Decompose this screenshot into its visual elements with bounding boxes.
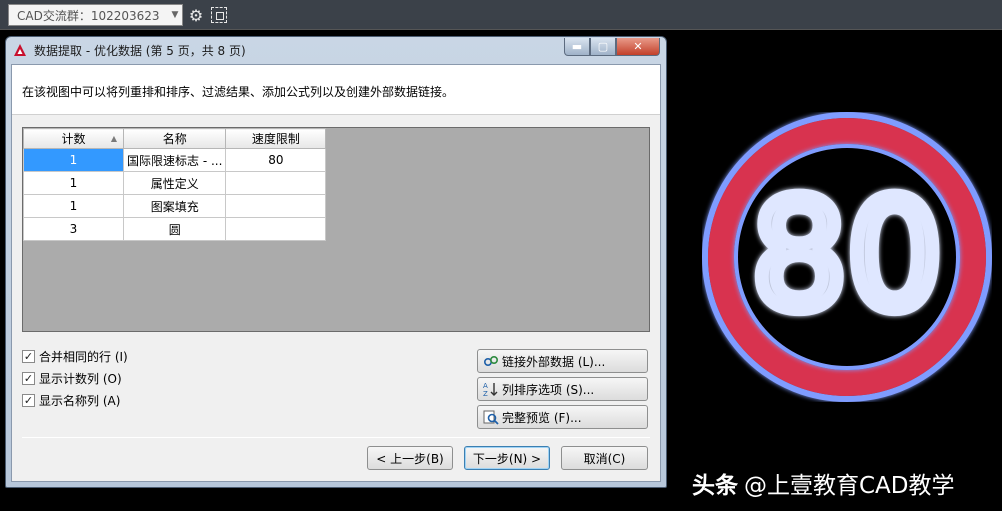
back-button[interactable]: < 上一步(B) bbox=[367, 446, 453, 470]
table-cell[interactable] bbox=[225, 171, 327, 195]
column-header-name[interactable]: 名称 bbox=[122, 128, 227, 149]
watermark-text: @上壹教育CAD教学 bbox=[744, 473, 955, 499]
sign-speed-number: 80 bbox=[752, 169, 943, 343]
next-button[interactable]: 下一步(N) > bbox=[464, 446, 550, 470]
combo-text: CAD交流群：102203623 bbox=[17, 8, 160, 23]
data-grid[interactable]: 计数 ▲ 名称 速度限制 1 国际限速标志 - ... 80 1 属性定义 1 … bbox=[22, 127, 650, 332]
data-table: 计数 ▲ 名称 速度限制 1 国际限速标志 - ... 80 1 属性定义 1 … bbox=[23, 128, 327, 241]
table-row[interactable]: 1 属性定义 bbox=[23, 171, 327, 195]
dialog-client-area: 在该视图中可以将列重排和排序、过滤结果、添加公式列以及创建外部数据链接。 计数 … bbox=[11, 64, 661, 482]
speed-limit-sign: 80 bbox=[702, 112, 992, 402]
table-cell[interactable]: 图案填充 bbox=[122, 194, 227, 218]
title-bar[interactable]: 数据提取 - 优化数据 (第 5 页，共 8 页) ▬ ▢ ✕ bbox=[6, 37, 666, 63]
table-row[interactable]: 3 圆 bbox=[23, 217, 327, 241]
show-count-checkbox[interactable]: ✓ 显示计数列 (O) bbox=[22, 367, 128, 389]
table-cell[interactable]: 80 bbox=[225, 148, 327, 172]
column-header-count[interactable]: 计数 ▲ bbox=[23, 128, 124, 149]
footer-separator bbox=[22, 437, 650, 438]
dialog-title: 数据提取 - 优化数据 (第 5 页，共 8 页) bbox=[34, 43, 246, 58]
table-cell[interactable]: 属性定义 bbox=[122, 171, 227, 195]
maximize-button[interactable]: ▢ bbox=[590, 38, 616, 56]
data-extraction-dialog: 数据提取 - 优化数据 (第 5 页，共 8 页) ▬ ▢ ✕ 在该视图中可以将… bbox=[5, 36, 667, 488]
svg-text:Z: Z bbox=[483, 390, 488, 397]
minimize-button[interactable]: ▬ bbox=[564, 38, 590, 56]
chevron-down-icon[interactable]: ▼ bbox=[168, 10, 182, 20]
watermark-brand: 头条 bbox=[692, 473, 738, 499]
table-cell[interactable] bbox=[225, 217, 327, 241]
checkmark-icon[interactable]: ✓ bbox=[22, 349, 35, 363]
autocad-logo-icon bbox=[12, 42, 28, 58]
cancel-button[interactable]: 取消(C) bbox=[561, 446, 648, 470]
column-header-speed-limit[interactable]: 速度限制 bbox=[225, 128, 327, 149]
window-controls: ▬ ▢ ✕ bbox=[564, 38, 660, 56]
speed-limit-sign-graphic: 80 bbox=[702, 112, 992, 402]
table-cell[interactable]: 圆 bbox=[122, 217, 227, 241]
table-cell[interactable]: 3 bbox=[23, 217, 124, 241]
checkmark-icon[interactable]: ✓ bbox=[22, 371, 35, 385]
group-combo-box[interactable]: CAD交流群：102203623 ▼ bbox=[8, 4, 183, 26]
sort-az-icon: AZ bbox=[482, 380, 500, 398]
table-cell[interactable]: 1 bbox=[23, 148, 124, 172]
options-checkboxes: ✓ 合并相同的行 (I) ✓ 显示计数列 (O) ✓ 显示名称列 (A) bbox=[22, 345, 128, 411]
combine-rows-checkbox[interactable]: ✓ 合并相同的行 (I) bbox=[22, 345, 128, 367]
full-preview-button[interactable]: 完整预览 (F)... bbox=[477, 405, 648, 429]
table-cell[interactable]: 国际限速标志 - ... bbox=[122, 148, 227, 172]
svg-text:A: A bbox=[483, 382, 488, 390]
watermark: 头条 @上壹教育CAD教学 bbox=[692, 466, 955, 500]
show-name-checkbox[interactable]: ✓ 显示名称列 (A) bbox=[22, 389, 128, 411]
sort-ascending-icon: ▲ bbox=[110, 134, 117, 143]
top-toolbar: CAD交流群：102203623 ▼ ⚙ bbox=[0, 0, 1002, 30]
column-sort-options-button[interactable]: AZ 列排序选项 (S)... bbox=[477, 377, 648, 401]
close-button[interactable]: ✕ bbox=[616, 38, 660, 56]
table-row[interactable]: 1 图案填充 bbox=[23, 194, 327, 218]
table-cell[interactable] bbox=[225, 194, 327, 218]
table-cell[interactable]: 1 bbox=[23, 171, 124, 195]
table-row[interactable]: 1 国际限速标志 - ... 80 bbox=[23, 148, 327, 172]
link-icon bbox=[482, 352, 500, 370]
header-area: 在该视图中可以将列重排和排序、过滤结果、添加公式列以及创建外部数据链接。 bbox=[12, 65, 660, 115]
quick-select-icon[interactable] bbox=[209, 5, 229, 25]
intro-text: 在该视图中可以将列重排和排序、过滤结果、添加公式列以及创建外部数据链接。 bbox=[22, 85, 455, 99]
gear-icon[interactable]: ⚙ bbox=[186, 5, 206, 25]
table-cell[interactable]: 1 bbox=[23, 194, 124, 218]
link-external-data-button[interactable]: 链接外部数据 (L)... bbox=[477, 349, 648, 373]
preview-icon bbox=[482, 408, 500, 426]
checkmark-icon[interactable]: ✓ bbox=[22, 393, 35, 407]
